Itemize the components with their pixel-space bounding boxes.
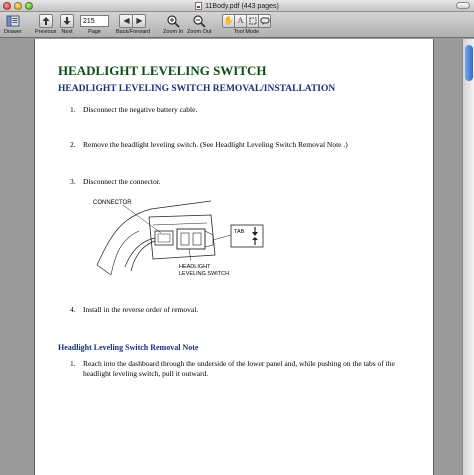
drawer-label: Drawer — [4, 29, 22, 35]
annotate-tool-icon[interactable] — [258, 14, 271, 28]
arrow-down-icon[interactable] — [60, 14, 74, 28]
back-forward-label: Back/Forward — [116, 29, 150, 35]
step-2-text: Remove the headlight leveling switch. (S… — [83, 140, 348, 149]
connector-illustration: CONNECTOR TAB HEADLIGHT LEVELING SWITCH — [93, 200, 264, 277]
zoom-out-icon[interactable] — [192, 14, 206, 28]
switch-label-line2: LEVELING SWITCH — [179, 271, 229, 277]
step-4-number: 4. — [70, 305, 76, 314]
toolbar: Drawer Previous Next Page ◀ ▶ Back/Forwa… — [0, 12, 474, 38]
drawer-icon[interactable] — [6, 14, 20, 28]
scroll-thumb[interactable] — [465, 45, 473, 81]
note-step-line2: headlight leveling switch, pull it outwa… — [83, 369, 209, 378]
note-heading: Headlight Leveling Switch Removal Note — [58, 343, 199, 352]
step-1-number: 1. — [70, 105, 76, 114]
pdf-document-icon — [195, 2, 203, 10]
arrow-up-icon[interactable] — [38, 14, 53, 28]
switch-label-line1: HEADLIGHT — [179, 264, 211, 270]
previous-label: Previous — [35, 29, 57, 35]
zoom-out-group[interactable]: Zoom Out — [187, 14, 211, 35]
previous-group[interactable]: Previous — [35, 14, 56, 35]
pdf-page: HEADLIGHT LEVELING SWITCH HEADLIGHT LEVE… — [34, 39, 434, 475]
back-forward-segment: ◀ ▶ — [119, 14, 147, 28]
toolbar-toggle-button[interactable] — [456, 2, 470, 9]
step-1-text: Disconnect the negative battery cable. — [83, 105, 198, 114]
back-arrow-icon[interactable]: ◀ — [119, 14, 134, 28]
tool-mode-label: Tool Mode — [233, 29, 260, 35]
window-title-wrap: 11Body.pdf (443 pages) — [0, 0, 474, 12]
zoom-out-label: Zoom Out — [187, 29, 212, 35]
step-2-number: 2. — [70, 140, 76, 149]
tool-mode-segment: ✋ A — [222, 14, 271, 28]
zoom-in-label: Zoom In — [163, 29, 184, 35]
document-title: HEADLIGHT LEVELING SWITCH — [58, 63, 267, 78]
forward-arrow-icon[interactable]: ▶ — [132, 14, 147, 28]
window-title: 11Body.pdf (443 pages) — [205, 2, 279, 10]
zoom-in-icon[interactable] — [166, 14, 180, 28]
connector-label: CONNECTOR — [93, 200, 132, 206]
step-3-text: Disconnect the connector. — [83, 177, 161, 186]
back-forward-group: ◀ ▶ Back/Forward — [116, 14, 150, 35]
section-heading: HEADLIGHT LEVELING SWITCH REMOVAL/INSTAL… — [58, 84, 336, 94]
tab-label: TAB — [234, 229, 245, 235]
connector-diagram: CONNECTOR TAB HEADLIGHT LEVELING SWITCH — [91, 195, 271, 281]
vertical-scrollbar[interactable] — [462, 39, 474, 475]
note-step-line1: Reach into the dashboard through the und… — [83, 359, 395, 368]
step-3-number: 3. — [70, 177, 76, 186]
page-number-input[interactable] — [80, 15, 109, 27]
note-step-number: 1. — [70, 359, 76, 368]
tool-mode-group: ✋ A Tool Mode — [222, 14, 271, 35]
document-area: HEADLIGHT LEVELING SWITCH HEADLIGHT LEVE… — [0, 39, 474, 475]
zoom-in-group[interactable]: Zoom In — [163, 14, 183, 35]
title-bar: 11Body.pdf (443 pages) — [0, 0, 474, 12]
next-group[interactable]: Next — [60, 14, 74, 35]
next-label: Next — [61, 29, 73, 35]
step-4-text: Install in the reverse order of removal. — [83, 305, 199, 314]
page-label: Page — [88, 29, 101, 35]
page-group: Page — [80, 14, 109, 35]
drawer-group[interactable]: Drawer — [4, 14, 22, 35]
